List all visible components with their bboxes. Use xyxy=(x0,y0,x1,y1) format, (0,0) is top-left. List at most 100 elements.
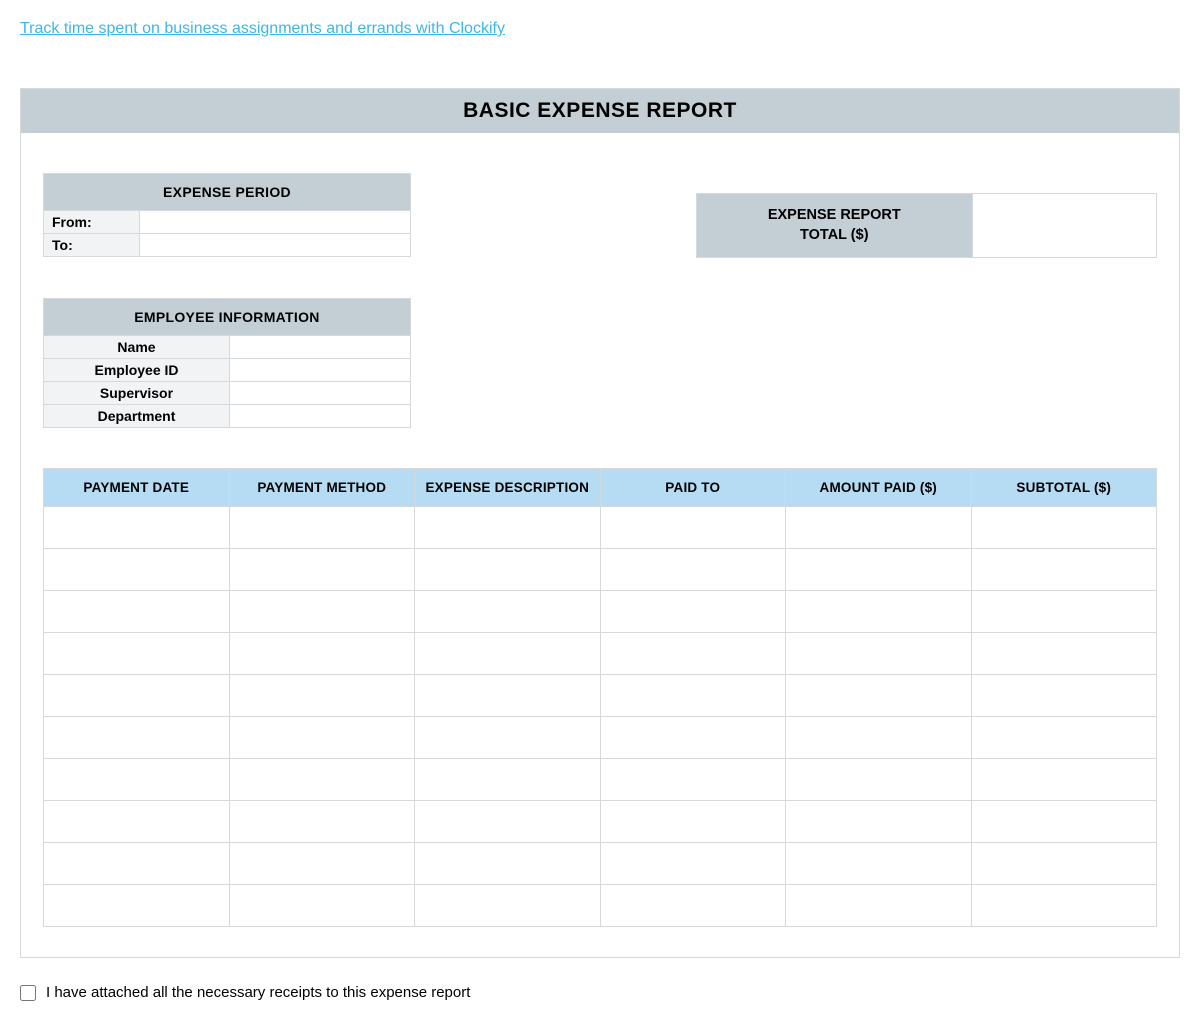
employee-header: EMPLOYEE INFORMATION xyxy=(44,299,411,336)
table-row xyxy=(44,549,1157,591)
period-from-value[interactable] xyxy=(140,211,411,234)
expense-cell[interactable] xyxy=(971,507,1157,549)
expense-cell[interactable] xyxy=(44,675,230,717)
expense-cell[interactable] xyxy=(415,591,601,633)
expense-column-header: PAID TO xyxy=(600,469,786,507)
expense-cell[interactable] xyxy=(971,591,1157,633)
table-row xyxy=(44,591,1157,633)
expense-cell[interactable] xyxy=(600,801,786,843)
expense-cell[interactable] xyxy=(229,633,415,675)
expense-cell[interactable] xyxy=(415,759,601,801)
expense-cell[interactable] xyxy=(600,759,786,801)
expense-cell[interactable] xyxy=(44,633,230,675)
expense-cell[interactable] xyxy=(971,885,1157,927)
expense-cell[interactable] xyxy=(786,549,972,591)
expense-period-table: EXPENSE PERIOD From: To: xyxy=(43,173,411,257)
total-value[interactable] xyxy=(973,193,1157,258)
table-row xyxy=(44,843,1157,885)
expense-column-header: SUBTOTAL ($) xyxy=(971,469,1157,507)
expense-cell[interactable] xyxy=(786,759,972,801)
employee-row-value[interactable] xyxy=(230,359,411,382)
confirmation-row: I have attached all the necessary receip… xyxy=(20,984,1180,1001)
employee-row-label: Name xyxy=(44,336,230,359)
total-label-line1: EXPENSE REPORT xyxy=(768,206,901,226)
expense-cell[interactable] xyxy=(971,549,1157,591)
expense-cell[interactable] xyxy=(229,885,415,927)
table-row xyxy=(44,633,1157,675)
expense-cell[interactable] xyxy=(44,717,230,759)
receipts-label[interactable]: I have attached all the necessary receip… xyxy=(46,984,470,1001)
total-label: EXPENSE REPORT TOTAL ($) xyxy=(696,193,973,258)
expense-cell[interactable] xyxy=(786,801,972,843)
employee-row-label: Department xyxy=(44,405,230,428)
expense-cell[interactable] xyxy=(600,885,786,927)
expense-cell[interactable] xyxy=(600,843,786,885)
expense-cell[interactable] xyxy=(600,507,786,549)
table-row xyxy=(44,675,1157,717)
expense-cell[interactable] xyxy=(600,717,786,759)
expense-cell[interactable] xyxy=(229,507,415,549)
expense-cell[interactable] xyxy=(971,843,1157,885)
clockify-link[interactable]: Track time spent on business assignments… xyxy=(20,20,505,38)
employee-row-value[interactable] xyxy=(230,336,411,359)
expense-line-items-table: PAYMENT DATEPAYMENT METHODEXPENSE DESCRI… xyxy=(43,468,1157,927)
expense-cell[interactable] xyxy=(971,675,1157,717)
expense-cell[interactable] xyxy=(44,801,230,843)
expense-cell[interactable] xyxy=(786,507,972,549)
expense-cell[interactable] xyxy=(786,633,972,675)
expense-cell[interactable] xyxy=(229,549,415,591)
expense-cell[interactable] xyxy=(786,675,972,717)
expense-cell[interactable] xyxy=(600,675,786,717)
period-header: EXPENSE PERIOD xyxy=(44,174,411,211)
expense-cell[interactable] xyxy=(44,759,230,801)
expense-cell[interactable] xyxy=(600,549,786,591)
total-label-line2: TOTAL ($) xyxy=(800,226,868,246)
expense-cell[interactable] xyxy=(786,885,972,927)
expense-cell[interactable] xyxy=(415,507,601,549)
expense-cell[interactable] xyxy=(415,843,601,885)
table-row xyxy=(44,801,1157,843)
expense-cell[interactable] xyxy=(229,591,415,633)
report-title: BASIC EXPENSE REPORT xyxy=(21,89,1179,133)
expense-cell[interactable] xyxy=(786,591,972,633)
expense-cell[interactable] xyxy=(44,885,230,927)
expense-cell[interactable] xyxy=(600,633,786,675)
expense-cell[interactable] xyxy=(971,801,1157,843)
expense-cell[interactable] xyxy=(44,591,230,633)
expense-cell[interactable] xyxy=(44,507,230,549)
expense-cell[interactable] xyxy=(415,675,601,717)
expense-column-header: EXPENSE DESCRIPTION xyxy=(415,469,601,507)
period-to-value[interactable] xyxy=(140,234,411,257)
expense-cell[interactable] xyxy=(415,549,601,591)
expense-cell[interactable] xyxy=(229,801,415,843)
table-row xyxy=(44,759,1157,801)
receipts-checkbox[interactable] xyxy=(20,985,36,1001)
expense-cell[interactable] xyxy=(971,759,1157,801)
expense-cell[interactable] xyxy=(415,885,601,927)
expense-cell[interactable] xyxy=(229,843,415,885)
table-row xyxy=(44,717,1157,759)
expense-column-header: PAYMENT DATE xyxy=(44,469,230,507)
expense-cell[interactable] xyxy=(971,717,1157,759)
expense-cell[interactable] xyxy=(44,843,230,885)
table-row xyxy=(44,885,1157,927)
expense-cell[interactable] xyxy=(44,549,230,591)
expense-cell[interactable] xyxy=(786,717,972,759)
employee-row-value[interactable] xyxy=(230,405,411,428)
expense-cell[interactable] xyxy=(786,843,972,885)
expense-column-header: PAYMENT METHOD xyxy=(229,469,415,507)
total-box: EXPENSE REPORT TOTAL ($) xyxy=(696,193,1157,258)
expense-cell[interactable] xyxy=(229,759,415,801)
expense-cell[interactable] xyxy=(600,591,786,633)
expense-cell[interactable] xyxy=(229,675,415,717)
employee-row-label: Supervisor xyxy=(44,382,230,405)
period-to-label: To: xyxy=(44,234,140,257)
employee-row-value[interactable] xyxy=(230,382,411,405)
expense-cell[interactable] xyxy=(971,633,1157,675)
expense-cell[interactable] xyxy=(415,633,601,675)
period-from-label: From: xyxy=(44,211,140,234)
expense-cell[interactable] xyxy=(415,801,601,843)
report-container: BASIC EXPENSE REPORT EXPENSE PERIOD From… xyxy=(20,88,1180,958)
expense-cell[interactable] xyxy=(415,717,601,759)
expense-cell[interactable] xyxy=(229,717,415,759)
